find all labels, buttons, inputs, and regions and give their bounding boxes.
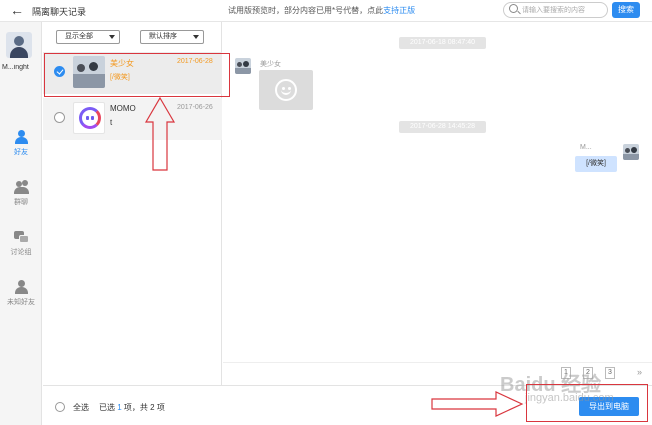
group-icon: [14, 180, 29, 194]
avatar: [235, 58, 251, 74]
trial-notice: 试用版预览时，部分内容已用*号代替，点此支持正版: [228, 6, 416, 15]
search-button[interactable]: 搜索: [612, 2, 640, 18]
avatar[interactable]: [6, 32, 32, 58]
unknown-friend-icon: [14, 280, 28, 294]
sender-name: M...: [580, 144, 592, 151]
smiley-icon: [275, 79, 297, 101]
search-input[interactable]: [522, 4, 604, 16]
contact-checkbox[interactable]: [54, 112, 65, 123]
search-icon: [509, 4, 518, 13]
search-box: [503, 2, 608, 18]
sidebar-nav: M...inght 好友 群聊 讨论组 未知好友: [0, 22, 42, 425]
select-all-label[interactable]: 全选: [73, 402, 89, 413]
show-filter-select[interactable]: 显示全部: [56, 30, 120, 44]
sidebar-item-discussions[interactable]: 讨论组: [0, 230, 42, 257]
support-link[interactable]: 支持正版: [383, 6, 415, 15]
chevron-down-icon: [193, 35, 199, 39]
page-button[interactable]: 3: [605, 367, 615, 379]
sidebar-item-friends[interactable]: 好友: [0, 130, 42, 157]
person-icon: [14, 130, 28, 144]
window-title: 隔离聊天记录: [32, 7, 87, 17]
select-all-checkbox[interactable]: [55, 402, 65, 412]
sticker-message: [259, 70, 313, 110]
list-filters: 显示全部 默认排序: [43, 22, 222, 50]
chevron-down-icon: [109, 35, 115, 39]
sidebar-item-groups[interactable]: 群聊: [0, 180, 42, 207]
top-bar: ← 隔离聊天记录 试用版预览时，部分内容已用*号代替，点此支持正版 搜索: [0, 0, 652, 22]
user-name: M...inght: [2, 64, 29, 71]
timestamp: 2017-06-18 08:47:40: [399, 37, 486, 49]
message-bubble: [/微笑]: [575, 156, 617, 172]
discussion-icon: [14, 230, 29, 244]
annotation-box-contact: [44, 53, 230, 97]
contact-date: 2017-06-26: [177, 104, 213, 111]
sort-select[interactable]: 默认排序: [140, 30, 204, 44]
arrow-left-icon[interactable]: ←: [10, 2, 24, 18]
sidebar-item-unknown-friends[interactable]: 未知好友: [0, 280, 42, 307]
timestamp: 2017-06-28 14:45:28: [399, 121, 486, 133]
contact-name-line2: t: [110, 118, 113, 127]
avatar: [623, 144, 639, 160]
sender-name: 美少女: [260, 61, 281, 68]
chat-panel: 2017-06-18 08:47:40 美少女 2017-06-28 14:45…: [223, 22, 652, 362]
selection-count: 已选 1 项，共 2 项: [99, 403, 165, 412]
contact-item-2[interactable]: MOMO t 2017-06-26: [43, 98, 222, 140]
chevron-right-icon[interactable]: »: [637, 367, 642, 377]
momo-logo-icon: [73, 102, 105, 134]
annotation-box-export: [526, 384, 648, 422]
contact-name: MOMO: [110, 104, 136, 113]
